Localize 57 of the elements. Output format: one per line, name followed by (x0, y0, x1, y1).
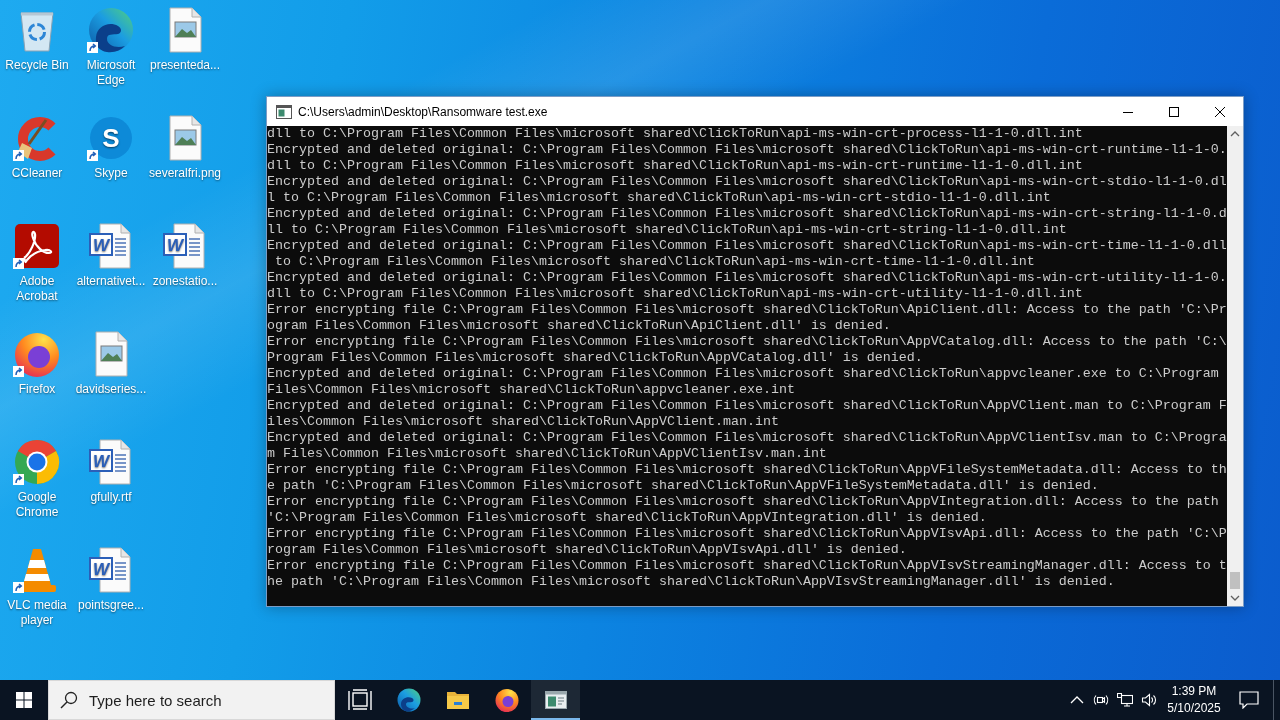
desktop-item[interactable]: Microsoft Edge (74, 0, 148, 90)
app-letter: S (102, 123, 120, 153)
search-field[interactable]: Type here to search (48, 680, 335, 720)
desktop-item[interactable]: CCleaner (0, 108, 74, 183)
desktop-item[interactable]: W pointsgree... (74, 540, 148, 615)
taskbar-clock[interactable]: 1:39 PM 5/10/2025 (1163, 683, 1225, 717)
desktop-item[interactable]: W gfully.rtf (74, 432, 148, 507)
edge-icon (396, 688, 421, 712)
app-letter: W (93, 560, 109, 579)
window-title: C:\Users\admin\Desktop\Ransomware test.exe (298, 104, 549, 119)
console-output-line: Error encrypting file C:\Program Files\Common Files\microsoft shared\ClickToRun\AppVIntegration.dll: Access to the path 'C:\Program Files\Common Files\microsoft shared\ClickToRun\AppVIntegration.dll' is denied. (267, 494, 1220, 526)
maximize-icon (1169, 106, 1179, 117)
console-output-line: Encrypted and deleted original: C:\Program Files\Common Files\microsoft shared\ClickToRun\api-ms-win-crt-utility-l1-1-0.dll to C:\Program Files\Common Files\microsoft shared\ClickToRun\api-ms-win-crt-utility-l1-1-0.dll.int (267, 270, 1227, 302)
firefox-icon (494, 688, 519, 712)
console-output-line: Encrypted and deleted original: C:\Program Files\Common Files\microsoft shared\ClickToRun\appvcleaner.exe to C:\Program Files\Common Files\microsoft shared\ClickToRun\appvcleaner.exe.int (267, 366, 1220, 398)
desktop-item[interactable]: W zonestatio... (148, 216, 222, 291)
speaker-icon[interactable] (1141, 692, 1157, 708)
console-output-line: Error encrypting file C:\Program Files\Common Files\microsoft shared\ClickToRun\ApiClient.dll: Access to the path 'C:\Program Files\Common Files\microsoft shared\ClickToRun\ApiClient.dll' is denied. (267, 302, 1227, 334)
close-icon (1215, 106, 1225, 117)
desktop-item[interactable]: severalfri.png (148, 108, 222, 183)
taskbar-button[interactable] (531, 680, 580, 720)
speech-bubble-icon (1239, 691, 1259, 709)
console-output-line: Error encrypting file C:\Program Files\Common Files\microsoft shared\ClickToRun\AppVIsvStreamingManager.dll: Access to the path 'C:\Program Files\Common Files\microsoft shared\ClickToRun\AppVIsvStreamingManager.dll' is denied. (267, 558, 1227, 590)
desktop-item[interactable]: Google Chrome (0, 432, 74, 522)
app-letter: W (167, 236, 183, 255)
console-output-line: Error encrypting file C:\Program Files\Common Files\microsoft shared\ClickToRun\AppVFileSystemMetadata.dll: Access to the path 'C:\Program Files\Common Files\microsoft shared\ClickToRun\AppVFileSystemMetadata.dll' is denied. (267, 462, 1227, 494)
windows-logo-icon (16, 692, 32, 708)
console-output-line: Error encrypting file C:\Program Files\Common Files\microsoft shared\ClickToRun\AppVCatalog.dll: Access to the path 'C:\Program Files\Common Files\microsoft shared\ClickToRun\AppVCatalog.dll' is denied. (267, 334, 1227, 366)
search-icon (60, 691, 78, 709)
task-view-icon (347, 688, 372, 712)
acrobat-icon (13, 222, 61, 270)
app-letter: W (93, 236, 109, 255)
console-output-line: dll to C:\Program Files\Common Files\microsoft shared\ClickToRun\api-ms-win-crt-process-l1-1-0.dll.int (267, 126, 1084, 142)
desktop-item[interactable]: presenteda... (148, 0, 222, 75)
chrome-icon (13, 438, 61, 486)
console-output-line: Error encrypting file C:\Program Files\Common Files\microsoft shared\ClickToRun\AppVIsvApi.dll: Access to the path 'C:\Program Files\Common Files\microsoft shared\ClickToRun\AppVIsvApi.dll' is denied. (267, 526, 1227, 558)
camera-icon[interactable] (1093, 692, 1109, 708)
console-window-icon (543, 688, 568, 712)
desktop-item[interactable]: W alternativet... (74, 216, 148, 291)
app-letter: W (93, 452, 109, 471)
console-output-line: Encrypted and deleted original: C:\Program Files\Common Files\microsoft shared\ClickToRun\api-ms-win-crt-stdio-l1-1-0.dll to C:\Program Files\Common Files\microsoft shared\ClickToRun\api-ms-win-crt-stdio-l1-1-0.dll.int (267, 174, 1227, 206)
desktop-item[interactable]: davidseries... (74, 324, 148, 399)
desktop-item[interactable]: S Skype (74, 108, 148, 183)
console-output-line: Encrypted and deleted original: C:\Program Files\Common Files\microsoft shared\ClickToRun\api-ms-win-crt-string-l1-1-0.dll to C:\Program Files\Common Files\microsoft shared\ClickToRun\api-ms-win-crt-string-l1-1-0.dll.int (267, 206, 1227, 238)
scrollbar-thumb[interactable] (1230, 572, 1240, 589)
network-monitor-icon[interactable] (1117, 692, 1133, 708)
firefox-icon (13, 330, 61, 378)
desktop-item[interactable]: Adobe Acrobat (0, 216, 74, 306)
desktop-item[interactable]: Firefox (0, 324, 74, 399)
desktop-item[interactable]: VLC media player (0, 540, 74, 630)
console-output-line: Encrypted and deleted original: C:\Program Files\Common Files\microsoft shared\ClickToRun\AppVClientIsv.man to C:\Program Files\Common Files\microsoft shared\ClickToRun\AppVClientIsv.man.int (267, 430, 1227, 462)
console-output-line: Encrypted and deleted original: C:\Program Files\Common Files\microsoft shared\ClickToRun\AppVClient.man to C:\Program Files\Common Files\microsoft shared\ClickToRun\AppVClient.man.int (267, 398, 1227, 430)
console-output-line: Encrypted and deleted original: C:\Program Files\Common Files\microsoft shared\ClickToRun\api-ms-win-crt-time-l1-1-0.dll to C:\Program Files\Common Files\microsoft shared\ClickToRun\api-ms-win-crt-time-l1-1-0.dll.int (267, 238, 1227, 270)
console-output-line: Encrypted and deleted original: C:\Program Files\Common Files\microsoft shared\ClickToRun\api-ms-win-crt-runtime-l1-1-0.dll to C:\Program Files\Common Files\microsoft shared\ClickToRun\api-ms-win-crt-runtime-l1-1-0.dll.int (267, 142, 1227, 174)
edge-icon (87, 6, 135, 54)
console-window-icon (276, 103, 292, 120)
desktop-item[interactable]: Recycle Bin (0, 0, 74, 75)
